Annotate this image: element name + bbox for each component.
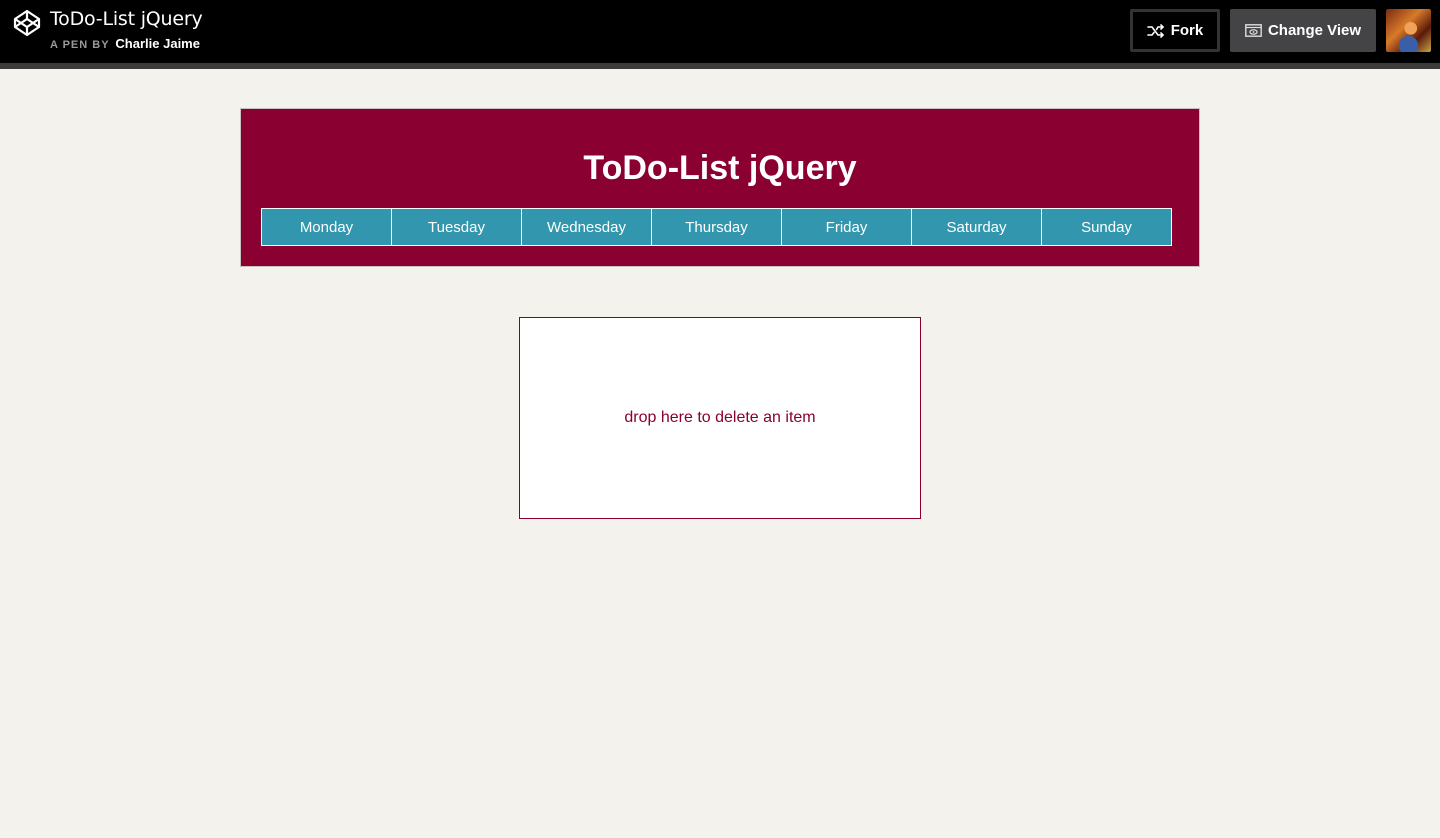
fork-button[interactable]: Fork bbox=[1130, 9, 1220, 52]
change-view-button[interactable]: Change View bbox=[1230, 9, 1376, 52]
fork-label: Fork bbox=[1170, 22, 1204, 39]
day-tab-monday[interactable]: Monday bbox=[261, 208, 392, 246]
day-tab-thursday[interactable]: Thursday bbox=[651, 208, 782, 246]
day-tabs: Monday Tuesday Wednesday Thursday Friday… bbox=[261, 208, 1179, 246]
day-tab-sunday[interactable]: Sunday bbox=[1041, 208, 1172, 246]
user-avatar[interactable] bbox=[1386, 9, 1431, 52]
change-view-icon bbox=[1245, 24, 1262, 37]
codepen-topbar: ToDo-List jQuery A PEN BY Charlie Jaime … bbox=[0, 0, 1440, 63]
topbar-divider bbox=[0, 63, 1440, 69]
codepen-logo-icon[interactable] bbox=[13, 9, 41, 37]
day-tab-tuesday[interactable]: Tuesday bbox=[391, 208, 522, 246]
day-tab-friday[interactable]: Friday bbox=[781, 208, 912, 246]
day-tab-saturday[interactable]: Saturday bbox=[911, 208, 1042, 246]
change-view-label: Change View bbox=[1267, 22, 1362, 39]
delete-drop-zone[interactable]: drop here to delete an item bbox=[519, 317, 921, 519]
app-title: ToDo-List jQuery bbox=[583, 149, 857, 187]
pen-by-label: A PEN BY bbox=[50, 39, 110, 51]
author-link[interactable]: Charlie Jaime bbox=[115, 36, 200, 51]
day-tab-wednesday[interactable]: Wednesday bbox=[521, 208, 652, 246]
fork-icon bbox=[1146, 23, 1164, 38]
drop-zone-text: drop here to delete an item bbox=[624, 409, 816, 426]
todo-header: ToDo-List jQuery Monday Tuesday Wednesda… bbox=[240, 108, 1200, 267]
pen-title: ToDo-List jQuery bbox=[50, 8, 203, 30]
pen-byline: A PEN BY Charlie Jaime bbox=[50, 36, 200, 51]
